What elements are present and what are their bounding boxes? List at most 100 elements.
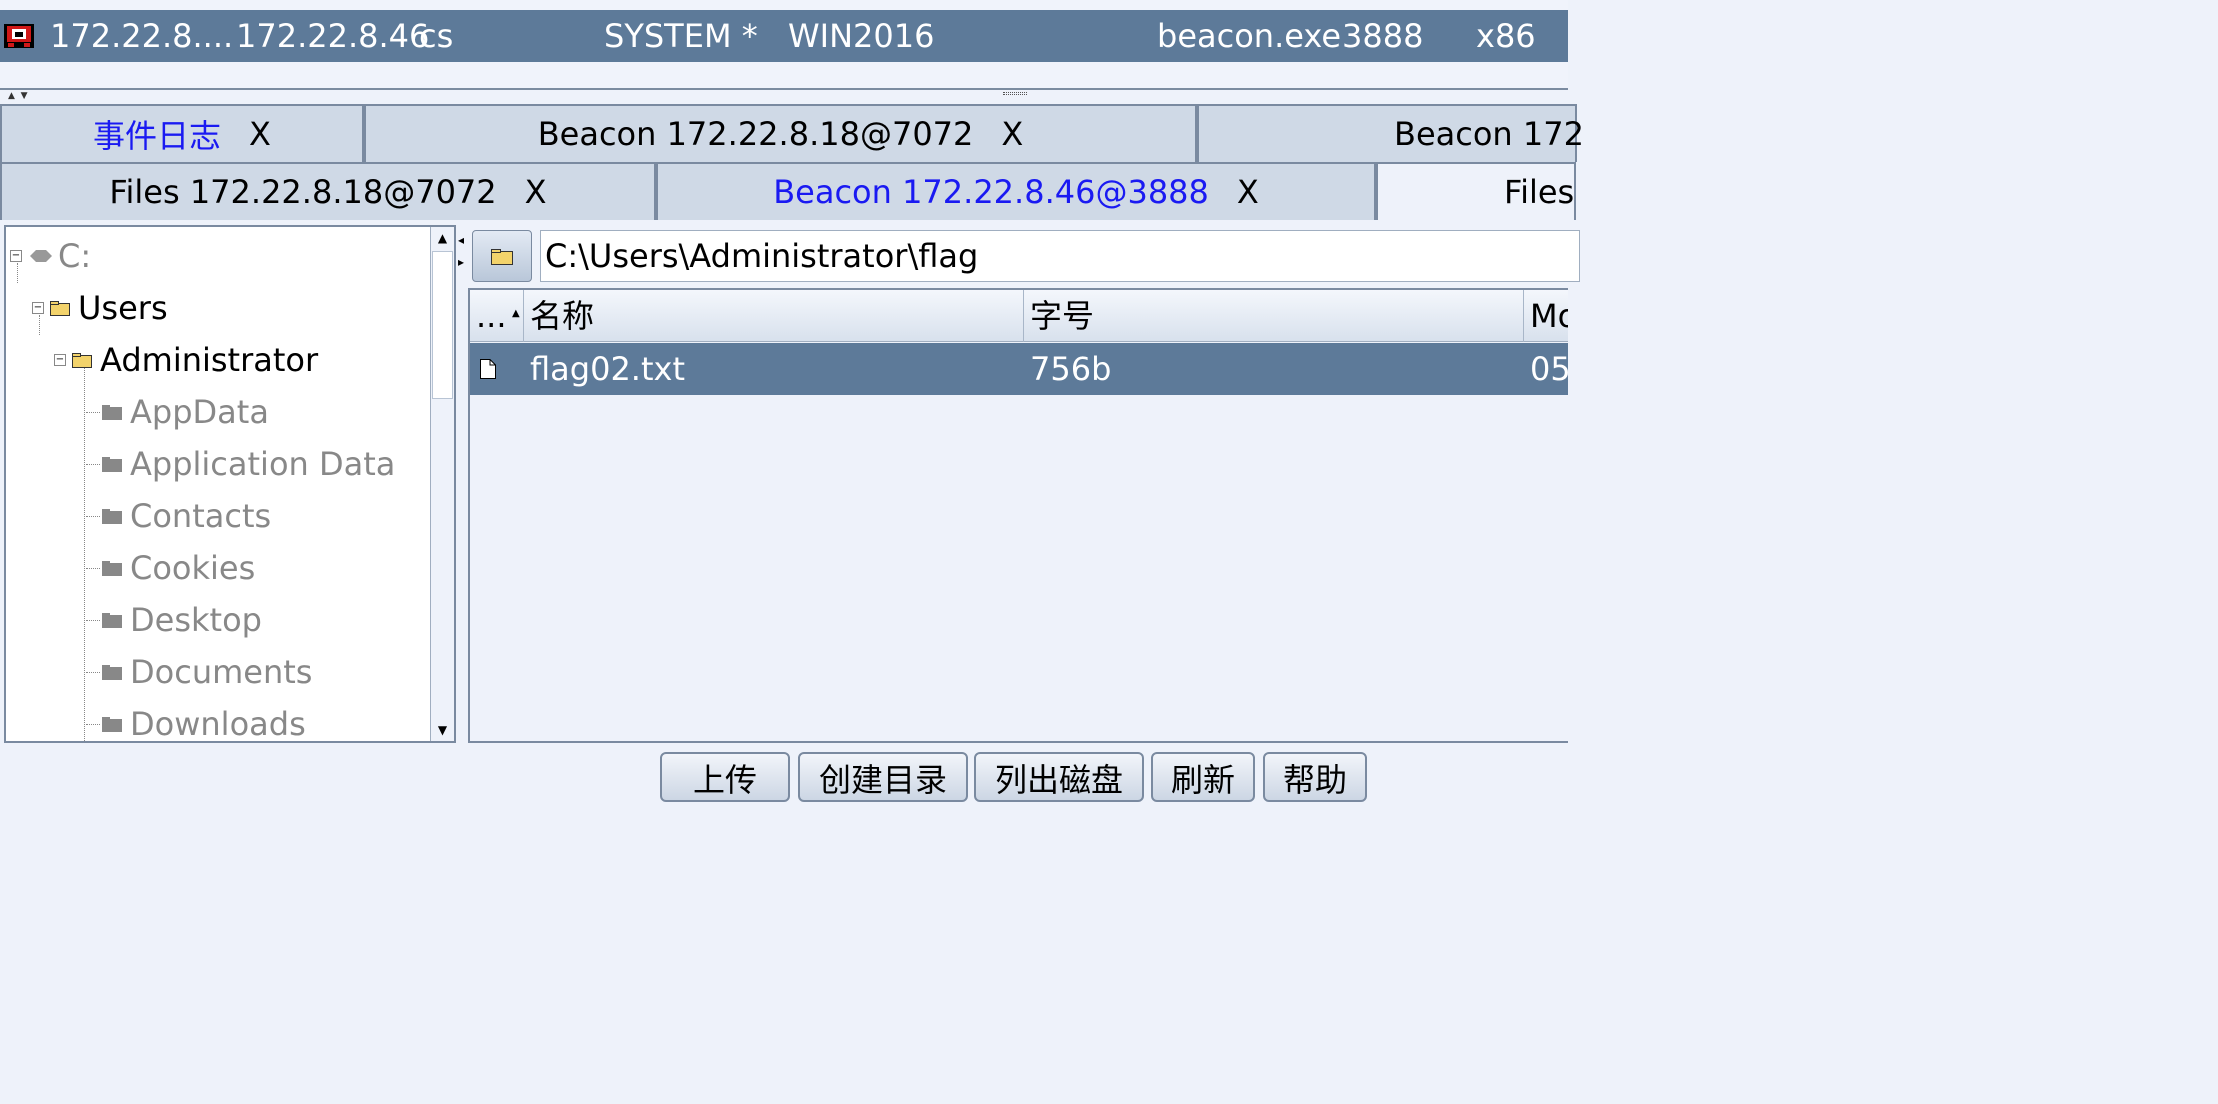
tree-connector [86, 724, 100, 725]
parent-folder-button[interactable] [472, 230, 532, 282]
make-directory-button[interactable]: 创建目录 [798, 752, 968, 802]
tree-scrollbar[interactable]: ▲ ▼ [430, 227, 454, 741]
tree-node-label: Cookies [130, 549, 256, 587]
scroll-down-icon[interactable]: ▼ [431, 719, 454, 741]
session-user: SYSTEM * [604, 17, 758, 55]
scroll-up-icon[interactable]: ▲ [431, 227, 454, 249]
list-drives-button[interactable]: 列出磁盘 [974, 752, 1144, 802]
tab-beacon-3888[interactable]: Beacon 172.22.8.46@3888 X [656, 162, 1376, 220]
tree-node-downloads[interactable]: Downloads [102, 698, 306, 743]
tab-label: Files 172.22.8.18@7072 [109, 173, 497, 211]
session-arch: x86 [1476, 17, 1536, 55]
expand-right-icon[interactable]: ▸ [458, 255, 464, 269]
tree-connector [86, 516, 100, 517]
tree-node-documents[interactable]: Documents [102, 646, 312, 698]
tree-connector [86, 672, 100, 673]
table-row[interactable]: flag02.txt 756b 05/ [470, 343, 1568, 395]
scroll-thumb[interactable] [432, 251, 453, 399]
tree-node-users[interactable]: − Users [32, 282, 168, 334]
column-header-type[interactable]: ... ▲ [470, 290, 524, 342]
pane-splitter[interactable]: ▲ ▼ [0, 88, 1568, 102]
tab-beacon-7072[interactable]: Beacon 172.22.8.18@7072 X [364, 104, 1197, 162]
file-table[interactable]: ... ▲ 名称 字号 Mo flag02.txt 756b 05/ [468, 288, 1568, 743]
tab-label: 事件日志 [93, 117, 222, 155]
tree-node-label: AppData [130, 393, 269, 431]
collapse-icon[interactable]: − [54, 354, 66, 366]
column-header-size[interactable]: 字号 [1024, 290, 1524, 342]
table-header: ... ▲ 名称 字号 Mo [470, 290, 1568, 342]
tab-label: Beacon 172.22.8.46@3888 [773, 173, 1209, 211]
tree-node-cookies[interactable]: Cookies [102, 542, 255, 594]
folder-icon [102, 405, 122, 420]
tree-node-label: Application Data [130, 445, 396, 483]
tree-node-administrator[interactable]: − Administrator [54, 334, 318, 386]
tree-connector [86, 464, 100, 465]
tree-node-label: Administrator [100, 341, 319, 379]
splitter-grip-icon[interactable] [1003, 92, 1027, 95]
tree-node-label: Contacts [130, 497, 272, 535]
column-header-modified[interactable]: Mo [1524, 290, 1568, 342]
path-bar [470, 228, 1580, 284]
pane-divider[interactable]: ◂ ▸ [456, 225, 466, 743]
session-computer: WIN2016 [788, 17, 935, 55]
tree-connector [84, 367, 85, 741]
tab-beacon-partial[interactable]: Beacon 172 [1197, 104, 1584, 162]
tree-node-application-data[interactable]: Application Data [102, 438, 395, 490]
tree-node-label: Downloads [130, 705, 306, 743]
tree-connector [86, 620, 100, 621]
collapse-icon[interactable]: − [10, 250, 22, 262]
tab-files-active[interactable]: Files [1376, 162, 1576, 220]
tree-node-drive[interactable]: − C: [10, 230, 91, 282]
session-external-ip: 172.22.8.... [50, 17, 234, 55]
column-header-name[interactable]: 名称 [524, 290, 1024, 342]
tab-row-1: 事件日志 X Beacon 172.22.8.18@7072 X Beacon … [0, 104, 1584, 162]
tree-node-desktop[interactable]: Desktop [102, 594, 262, 646]
tree-node-label: Users [78, 289, 168, 327]
tab-row-2: Files 172.22.8.18@7072 X Beacon 172.22.8… [0, 162, 1576, 222]
directory-tree[interactable]: − C: − Users − Administrator AppData App… [4, 225, 456, 743]
tree-node-appdata[interactable]: AppData [102, 386, 269, 438]
collapse-icon[interactable]: − [32, 302, 44, 314]
tab-event-log[interactable]: 事件日志 X [0, 104, 364, 162]
tree-node-contacts[interactable]: Contacts [102, 490, 271, 542]
folder-icon [491, 249, 513, 265]
column-header-label: 名称 [530, 297, 595, 335]
session-pid: 3888 [1342, 17, 1424, 55]
collapse-left-icon[interactable]: ◂ [458, 233, 464, 247]
tab-label: Beacon 172.22.8.18@7072 [537, 115, 974, 153]
column-header-label: Mo [1530, 297, 1568, 335]
file-icon [480, 359, 496, 379]
folder-icon [102, 665, 122, 680]
tab-label: Beacon 172 [1394, 115, 1584, 153]
tab-label: Files [1504, 173, 1575, 211]
drive-icon [30, 250, 52, 262]
beacon-session-icon [4, 24, 34, 48]
splitter-arrows-icon[interactable]: ▲ ▼ [8, 90, 28, 102]
folder-icon [50, 301, 70, 316]
tree-node-label: C: [58, 237, 92, 275]
session-table: 172.22.8.... 172.22.8.46 cs SYSTEM * WIN… [0, 0, 1568, 88]
folder-icon [102, 717, 122, 732]
sort-ascending-icon: ▲ [512, 308, 520, 319]
folder-icon [102, 509, 122, 524]
upload-button[interactable]: 上传 [660, 752, 790, 802]
path-input[interactable] [540, 230, 1580, 282]
tree-node-label: Documents [130, 653, 313, 691]
tab-close-button[interactable]: X [1001, 115, 1023, 153]
tab-close-button[interactable]: X [1237, 173, 1259, 211]
folder-icon [102, 561, 122, 576]
help-button[interactable]: 帮助 [1263, 752, 1367, 802]
tree-node-label: Desktop [130, 601, 262, 639]
folder-icon [102, 457, 122, 472]
session-process: beacon.exe [1157, 17, 1341, 55]
file-name: flag02.txt [530, 350, 685, 388]
column-header-label: 字号 [1030, 297, 1095, 335]
session-row[interactable]: 172.22.8.... 172.22.8.46 cs SYSTEM * WIN… [0, 10, 1568, 62]
column-header-label: ... [476, 297, 507, 335]
folder-icon [72, 353, 92, 368]
refresh-button[interactable]: 刷新 [1151, 752, 1255, 802]
tab-files-7072[interactable]: Files 172.22.8.18@7072 X [0, 162, 656, 220]
tab-close-button[interactable]: X [525, 173, 547, 211]
session-internal-ip: 172.22.8.46 [236, 17, 430, 55]
tab-close-button[interactable]: X [249, 115, 271, 153]
